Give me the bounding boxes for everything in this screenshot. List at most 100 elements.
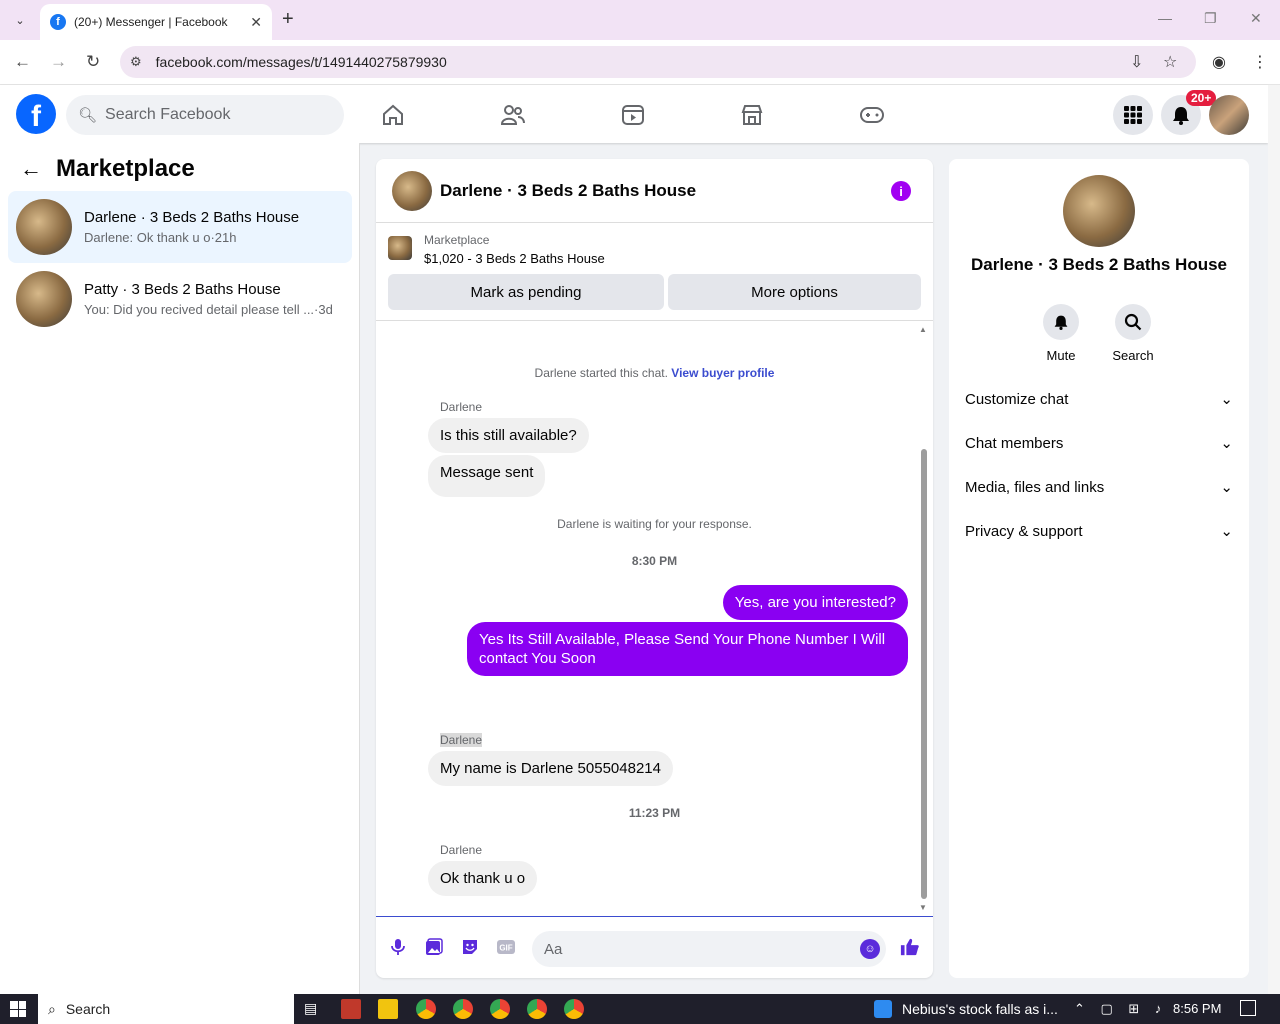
message-bubble[interactable]: Message sent	[428, 455, 546, 497]
chrome-icon[interactable]	[453, 999, 473, 1019]
facebook-logo-icon[interactable]: f	[16, 94, 56, 134]
marketplace-label: Marketplace	[424, 233, 490, 247]
forward-icon[interactable]: →	[50, 52, 67, 72]
scroll-up-icon[interactable]: ▲	[919, 325, 927, 334]
chat-started-text: Darlene started this chat.	[534, 366, 668, 380]
clock[interactable]: 8:56 PM	[1173, 1001, 1221, 1016]
home-icon[interactable]	[379, 101, 407, 129]
close-tab-icon[interactable]: ✕	[250, 14, 262, 31]
taskbar-search-label: Search	[65, 1001, 111, 1017]
marketplace-icon[interactable]	[738, 101, 766, 129]
restore-icon[interactable]: ❐	[1204, 10, 1217, 27]
message-input[interactable]	[532, 931, 886, 967]
photo-icon[interactable]	[424, 937, 444, 957]
address-bar: ← → ↻ ⚙ facebook.com/messages/t/14914402…	[0, 40, 1280, 85]
sent-message-bubble[interactable]: Yes, are you interested?	[722, 585, 908, 620]
media-files-links-row[interactable]: Media, files and links ⌄	[965, 469, 1233, 505]
emoji-icon[interactable]: ☺	[860, 939, 880, 959]
thumbs-up-icon[interactable]	[900, 937, 920, 957]
menu-grid-icon[interactable]	[1113, 95, 1153, 135]
conversation-preview: You: Did you recived detail please tell …	[84, 302, 333, 317]
url-text: facebook.com/messages/t/1491440275879930	[155, 54, 447, 70]
chrome-icon[interactable]	[416, 999, 436, 1019]
taskbar-app-icon[interactable]	[341, 999, 361, 1019]
windows-start-icon[interactable]	[10, 1001, 26, 1017]
chat-thumbnail[interactable]	[392, 170, 432, 211]
listing-thumbnail	[16, 199, 72, 255]
notification-center-icon[interactable]	[1240, 1000, 1256, 1016]
chevron-down-icon: ⌄	[1220, 391, 1233, 408]
mark-as-pending-button[interactable]: Mark as pending	[388, 274, 664, 310]
url-field[interactable]: ⚙ facebook.com/messages/t/14914402758799…	[120, 46, 1196, 78]
sender-name: Darlene	[440, 733, 483, 747]
news-widget[interactable]: Nebius's stock falls as i...	[874, 1000, 1058, 1018]
sender-name: Darlene	[440, 843, 483, 857]
taskbar-search[interactable]: ⌕ Search	[38, 994, 294, 1024]
row-label: Chat members	[965, 434, 1064, 452]
friends-icon[interactable]	[499, 101, 527, 129]
chat-members-row[interactable]: Chat members ⌄	[965, 425, 1233, 461]
browser-tab[interactable]: f (20+) Messenger | Facebook ✕	[40, 4, 272, 40]
mute-button[interactable]: Mute	[1031, 304, 1091, 363]
search-icon	[1115, 304, 1151, 340]
mute-label: Mute	[1046, 348, 1076, 363]
browser-menu-icon[interactable]: ⋮	[1252, 52, 1268, 72]
chevron-down-icon: ⌄	[1220, 479, 1233, 496]
svg-text:GIF: GIF	[499, 944, 512, 953]
account-avatar[interactable]	[1209, 95, 1249, 135]
scroll-down-icon[interactable]: ▼	[919, 903, 927, 912]
more-options-button[interactable]: More options	[668, 274, 921, 310]
back-icon[interactable]: ←	[14, 52, 31, 72]
sticker-icon[interactable]	[460, 937, 480, 957]
gaming-icon[interactable]	[858, 101, 886, 129]
listing-thumbnail	[388, 236, 412, 260]
site-settings-icon[interactable]: ⚙	[130, 54, 142, 70]
chrome-icon[interactable]	[527, 999, 547, 1019]
window-close-icon[interactable]: ✕	[1250, 10, 1262, 27]
chrome-icon[interactable]	[564, 999, 584, 1019]
minimize-icon[interactable]: —	[1158, 10, 1172, 26]
file-explorer-icon[interactable]	[378, 999, 398, 1019]
view-buyer-profile-link[interactable]: View buyer profile	[671, 366, 774, 380]
reload-icon[interactable]: ↻	[86, 52, 100, 72]
search-chat-button[interactable]: Search	[1103, 304, 1163, 363]
row-label: Customize chat	[965, 390, 1069, 408]
sent-message-bubble[interactable]: Yes Its Still Available, Please Send You…	[467, 622, 908, 676]
system-tray-icons[interactable]: ⌃ ▢ ⊞ ♪	[1074, 1001, 1167, 1017]
chat-header: Darlene · 3 Beds 2 Baths House i	[376, 159, 933, 223]
privacy-support-row[interactable]: Privacy & support ⌄	[965, 513, 1233, 549]
mute-bell-icon	[1043, 304, 1079, 340]
sender-name: Darlene	[440, 400, 483, 414]
facebook-favicon-icon: f	[50, 14, 66, 30]
install-app-icon[interactable]: ⇩	[1130, 52, 1143, 72]
listing-title[interactable]: $1,020 - 3 Beds 2 Baths House	[424, 251, 605, 266]
facebook-search[interactable]: 🔍︎ Search Facebook	[66, 95, 344, 135]
news-headline: Nebius's stock falls as i...	[902, 1001, 1058, 1017]
panel-title: Marketplace	[56, 155, 195, 182]
details-thumbnail	[1063, 175, 1135, 247]
message-bubble[interactable]: My name is Darlene 5055048214	[428, 751, 673, 786]
conversation-item[interactable]: Darlene · 3 Beds 2 Baths House Darlene: …	[8, 191, 352, 263]
listing-thumbnail	[16, 271, 72, 327]
conversation-item[interactable]: Patty · 3 Beds 2 Baths House You: Did yo…	[8, 263, 352, 335]
microphone-icon[interactable]	[388, 937, 408, 957]
chrome-icon[interactable]	[490, 999, 510, 1019]
page-scrollbar[interactable]	[1268, 85, 1280, 994]
profile-icon[interactable]: ◉	[1212, 52, 1226, 72]
back-arrow-icon[interactable]: ←	[20, 156, 42, 182]
tab-search-chevron-icon[interactable]: ⌄	[8, 8, 32, 32]
chat-details-panel: Darlene · 3 Beds 2 Baths House Mute Sear…	[949, 159, 1249, 978]
info-icon[interactable]: i	[891, 181, 911, 201]
task-view-icon[interactable]: ▤	[304, 1000, 317, 1017]
gif-icon[interactable]: GIF	[496, 937, 516, 957]
marketplace-header: ← Marketplace	[20, 155, 195, 183]
message-bubble[interactable]: Is this still available?	[428, 418, 589, 453]
chevron-down-icon: ⌄	[1220, 435, 1233, 452]
customize-chat-row[interactable]: Customize chat ⌄	[965, 381, 1233, 417]
chat-title[interactable]: Darlene · 3 Beds 2 Baths House	[440, 181, 696, 201]
search-label: Search	[1112, 348, 1154, 363]
new-tab-icon[interactable]: +	[282, 8, 294, 31]
bookmark-star-icon[interactable]: ☆	[1163, 52, 1177, 72]
message-bubble[interactable]: Ok thank u o	[428, 861, 538, 896]
video-icon[interactable]	[619, 101, 647, 129]
